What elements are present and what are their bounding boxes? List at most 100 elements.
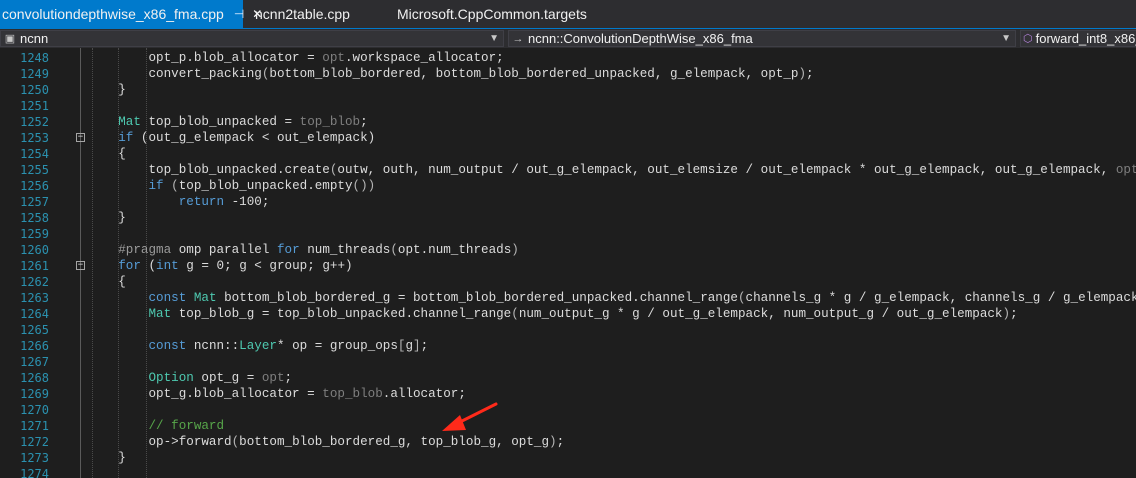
pin-icon[interactable]: ⊣ <box>234 7 244 21</box>
tab-ncnn2table[interactable]: ncnn2table.cpp <box>255 0 350 28</box>
code-text: { <box>88 146 126 162</box>
project-dropdown[interactable]: ▣ ncnn ▼ <box>0 30 504 47</box>
code-token: num_threads <box>299 243 391 257</box>
code-token: ; <box>284 371 293 385</box>
code-line[interactable]: 1258 } <box>0 210 1136 226</box>
code-token: const <box>148 291 187 305</box>
collapse-icon[interactable]: − <box>76 133 85 142</box>
tab-label: Microsoft.CppCommon.targets <box>397 6 587 22</box>
code-token: .allocator; <box>382 387 466 401</box>
code-token: g <box>405 339 414 353</box>
code-editor[interactable]: 1248 opt_p.blob_allocator = opt.workspac… <box>0 48 1136 478</box>
code-line[interactable]: 1259 <box>0 226 1136 242</box>
code-line[interactable]: 1264 Mat top_blob_g = top_blob_unpacked.… <box>0 306 1136 322</box>
tab-microsoft-cppcommon-targets[interactable]: Microsoft.CppCommon.targets <box>397 0 587 28</box>
code-line[interactable]: 1248 opt_p.blob_allocator = opt.workspac… <box>0 50 1136 66</box>
code-token: bottom_blob_bordered_g, top_blob_g, opt_… <box>239 435 550 449</box>
code-token: Layer <box>239 339 277 353</box>
code-token: * op = group_ops <box>276 339 398 353</box>
code-token: omp parallel <box>171 243 277 257</box>
code-token: for <box>118 259 141 273</box>
code-line[interactable]: 1273 } <box>0 450 1136 466</box>
scope-dropdown[interactable]: → ncnn::ConvolutionDepthWise_x86_fma ▼ <box>508 30 1016 47</box>
line-number: 1273 <box>20 451 49 465</box>
code-token: ) <box>367 179 376 193</box>
code-line[interactable]: 1261 − for (int g = 0; g < group; g++) <box>0 258 1136 274</box>
code-text: } <box>88 210 126 226</box>
code-line[interactable]: 1252 Mat top_blob_unpacked = top_blob; <box>0 114 1136 130</box>
code-token: Option <box>148 371 194 385</box>
line-number: 1260 <box>20 243 49 257</box>
code-token: for <box>276 243 300 257</box>
code-line[interactable]: 1257 return -100; <box>0 194 1136 210</box>
code-line[interactable]: 1265 <box>0 322 1136 338</box>
code-token: opt.num_threads <box>397 243 512 257</box>
code-text: Mat top_blob_g = top_blob_unpacked.chann… <box>88 306 1018 322</box>
code-line[interactable]: 1270 <box>0 402 1136 418</box>
code-text: } <box>88 82 126 98</box>
code-text: op->forward(bottom_blob_bordered_g, top_… <box>88 434 564 450</box>
code-token: ) <box>1002 307 1011 321</box>
tab-label: ncnn2table.cpp <box>255 6 350 22</box>
tab-convolutiondepthwise-x86-fma[interactable]: convolutiondepthwise_x86_fma.cpp ⊣ ✕ <box>0 0 262 28</box>
code-line[interactable]: 1266 const ncnn::Layer* op = group_ops[g… <box>0 338 1136 354</box>
line-number: 1253 <box>20 131 49 145</box>
code-line[interactable]: 1262 { <box>0 274 1136 290</box>
code-token: ( <box>140 259 157 273</box>
code-token: convert_packing <box>148 67 262 81</box>
line-number: 1262 <box>20 275 49 289</box>
line-number: 1261 <box>20 259 49 273</box>
code-text: convert_packing(bottom_blob_bordered, bo… <box>88 66 813 82</box>
line-number: 1252 <box>20 115 49 129</box>
code-token: num_output_g * g / out_g_elempack, num_o… <box>518 307 1003 321</box>
code-text: const Mat bottom_blob_bordered_g = botto… <box>88 290 1136 306</box>
line-number: 1255 <box>20 163 49 177</box>
code-line[interactable]: 1274 <box>0 466 1136 478</box>
code-token: op->forward <box>148 435 232 449</box>
code-text: Option opt_g = opt; <box>88 370 292 386</box>
code-line[interactable]: 1260 #pragma omp parallel for num_thread… <box>0 242 1136 258</box>
code-token: ] <box>413 339 421 353</box>
member-dropdown[interactable]: ⬡ forward_int8_x86_fma <box>1020 30 1136 47</box>
code-line[interactable]: 1255 top_blob_unpacked.create(outw, outh… <box>0 162 1136 178</box>
code-lines: 1248 opt_p.blob_allocator = opt.workspac… <box>0 50 1136 478</box>
code-token: ; <box>1010 307 1018 321</box>
code-line[interactable]: 1269 opt_g.blob_allocator = top_blob.all… <box>0 386 1136 402</box>
code-line[interactable]: 1272 op->forward(bottom_blob_bordered_g,… <box>0 434 1136 450</box>
code-token: ) <box>798 67 806 81</box>
project-name: ncnn <box>20 31 49 46</box>
arrow-right-icon: → <box>512 32 524 45</box>
code-token: } <box>118 211 126 225</box>
code-line[interactable]: 1267 <box>0 354 1136 370</box>
code-token: -100; <box>224 195 270 209</box>
code-line[interactable]: 1251 <box>0 98 1136 114</box>
line-number: 1270 <box>20 403 49 417</box>
code-token: opt <box>261 371 285 385</box>
code-line[interactable]: 1268 Option opt_g = opt; <box>0 370 1136 386</box>
line-number: 1266 <box>20 339 49 353</box>
code-text: { <box>88 274 126 290</box>
line-number: 1257 <box>20 195 49 209</box>
code-text: // forward <box>88 418 224 434</box>
code-token: Mat <box>193 291 217 305</box>
code-line[interactable]: 1254 { <box>0 146 1136 162</box>
code-token: ( <box>511 307 519 321</box>
code-line[interactable]: 1253 − if (out_g_elempack < out_elempack) <box>0 130 1136 146</box>
code-token: channels_g * g / g_elempack, channels_g … <box>745 291 1136 305</box>
code-text: opt_p.blob_allocator = opt.workspace_all… <box>88 50 503 66</box>
code-line[interactable]: 1256 if (top_blob_unpacked.empty()) <box>0 178 1136 194</box>
code-token: return <box>178 195 225 209</box>
code-line[interactable]: 1249 convert_packing(bottom_blob_bordere… <box>0 66 1136 82</box>
code-line[interactable]: 1250 } <box>0 82 1136 98</box>
collapse-icon[interactable]: − <box>76 261 85 270</box>
code-token: () <box>352 179 368 193</box>
code-line[interactable]: 1271 // forward <box>0 418 1136 434</box>
code-line[interactable]: 1263 const Mat bottom_blob_bordered_g = … <box>0 290 1136 306</box>
navigation-bar: ▣ ncnn ▼ → ncnn::ConvolutionDepthWise_x8… <box>0 28 1136 48</box>
line-number: 1249 <box>20 67 49 81</box>
line-number: 1258 <box>20 211 49 225</box>
